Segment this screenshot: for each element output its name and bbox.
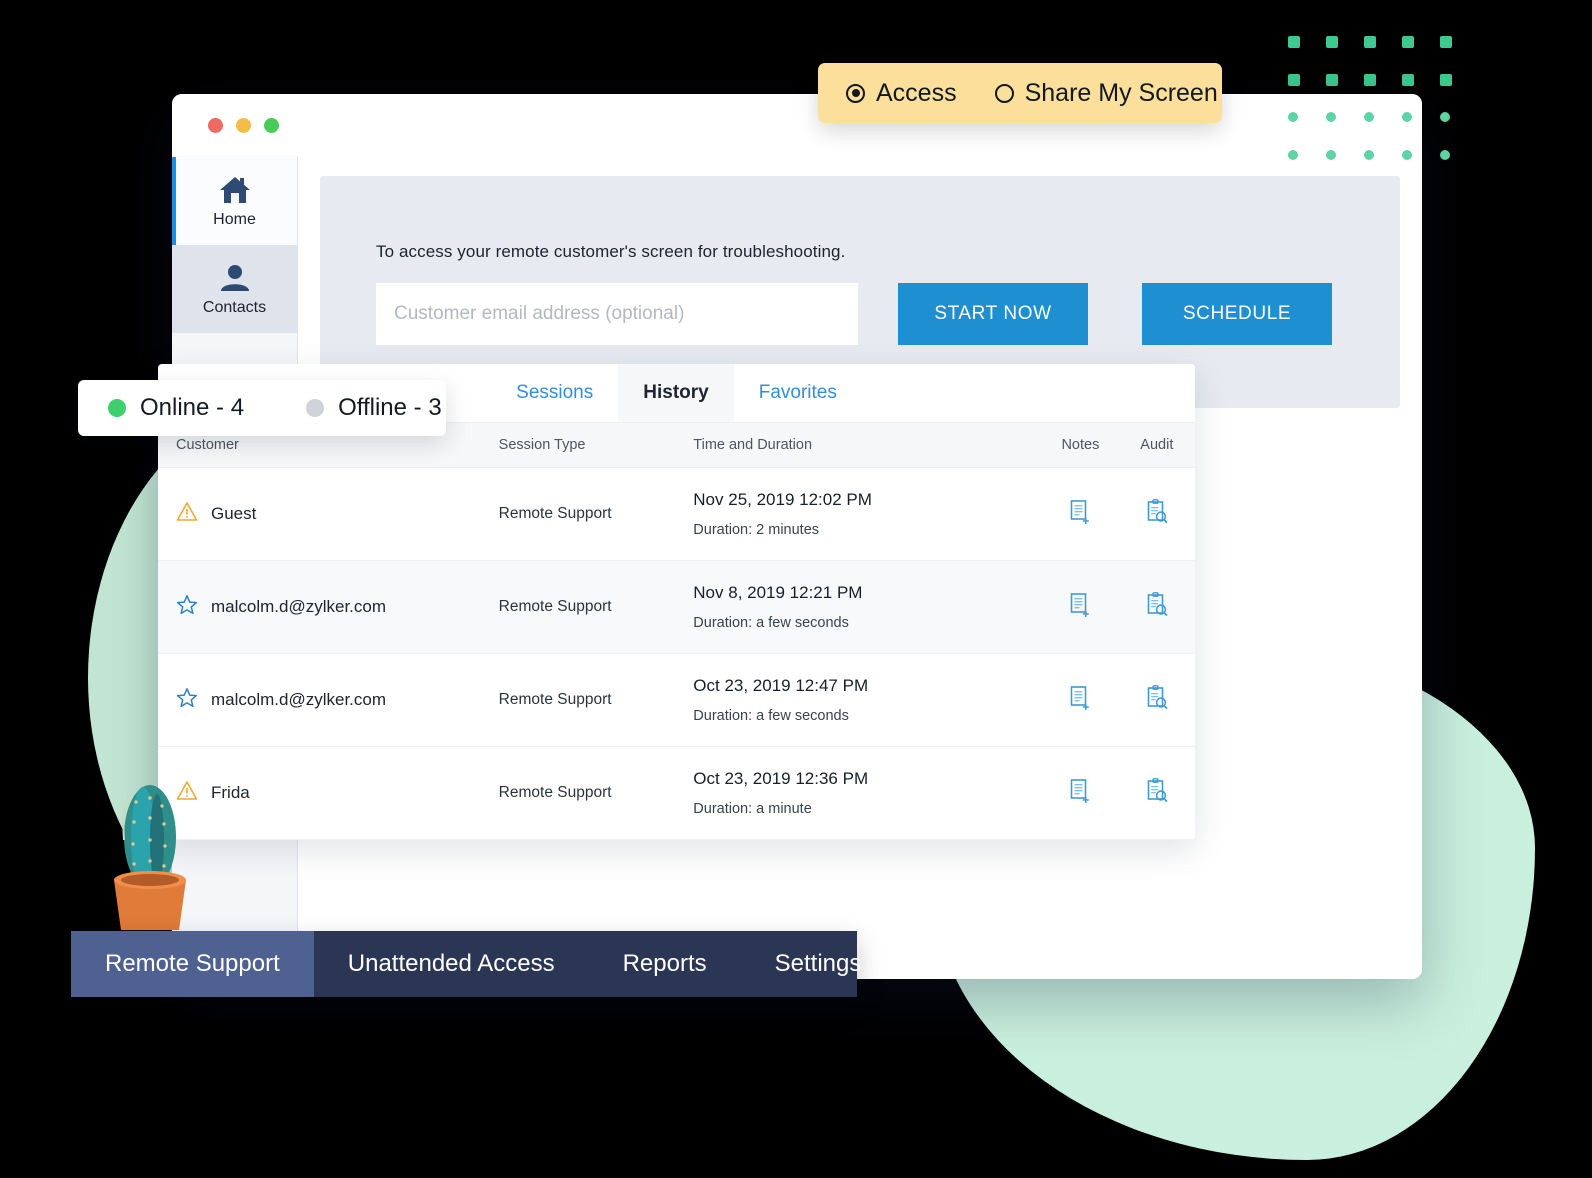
note-add-icon[interactable]	[1068, 685, 1092, 711]
nav-item-reports[interactable]: Reports	[589, 931, 741, 997]
star-outline-icon[interactable]	[176, 687, 198, 714]
offline-status: Offline - 3	[306, 394, 442, 422]
audit-search-icon[interactable]	[1145, 684, 1169, 711]
window-titlebar	[172, 94, 1422, 156]
tab-favorites[interactable]: Favorites	[734, 364, 862, 422]
session-duration: Duration: a few seconds	[693, 615, 849, 631]
radio-option-share-my-screen[interactable]: Share My Screen	[994, 78, 1218, 108]
session-duration: Duration: a few seconds	[693, 708, 849, 724]
cell-time: Nov 8, 2019 12:21 PM Duration: a few sec…	[693, 561, 1042, 654]
table-body: Guest Remote Support Nov 25, 2019 12:02 …	[158, 468, 1195, 840]
cell-session-type: Remote Support	[498, 691, 612, 708]
radio-label: Access	[876, 78, 957, 107]
session-time: Oct 23, 2019 12:36 PM	[693, 769, 869, 788]
nav-item-remote-support[interactable]: Remote Support	[71, 931, 314, 997]
sidebar-item-home[interactable]: Home	[172, 157, 297, 245]
table-row[interactable]: Guest Remote Support Nov 25, 2019 12:02 …	[158, 468, 1195, 561]
note-add-icon[interactable]	[1068, 778, 1092, 804]
cell-audit	[1119, 747, 1195, 840]
schedule-button[interactable]: SCHEDULE	[1142, 283, 1332, 345]
cell-customer: malcolm.d@zylker.com	[158, 654, 499, 747]
session-time: Nov 8, 2019 12:21 PM	[693, 583, 863, 602]
sidebar-item-label: Contacts	[202, 298, 267, 316]
table-row[interactable]: malcolm.d@zylker.com Remote Support Nov …	[158, 560, 1195, 654]
nav-item-settings[interactable]: Settings	[741, 931, 896, 997]
customer-name: malcolm.d@zylker.com	[211, 690, 387, 709]
radio-unselected-icon	[994, 83, 1014, 103]
customer-name: Frida	[211, 783, 250, 802]
star-outline-icon[interactable]	[176, 594, 198, 621]
offline-dot-icon	[306, 399, 325, 417]
cell-notes	[1042, 654, 1119, 747]
cactus-decoration	[114, 785, 186, 930]
cell-session-type: Remote Support	[498, 784, 612, 801]
tab-history[interactable]: History	[618, 364, 734, 422]
person-icon	[219, 263, 251, 293]
close-window-dot[interactable]	[208, 117, 223, 133]
cell-customer: Frida	[158, 747, 499, 840]
home-icon	[218, 175, 252, 205]
dot-grid-overlay	[1288, 112, 1478, 188]
sidebar-item-contacts[interactable]: Contacts	[172, 245, 297, 333]
session-time: Nov 25, 2019 12:02 PM	[693, 490, 872, 509]
audit-search-icon[interactable]	[1145, 591, 1169, 618]
nav-item-unattended-access[interactable]: Unattended Access	[314, 931, 589, 997]
minimize-window-dot[interactable]	[236, 117, 251, 133]
column-header-notes: Notes	[1042, 423, 1119, 468]
note-add-icon[interactable]	[1068, 592, 1092, 618]
access-mode-toggle: Access Share My Screen	[818, 63, 1222, 123]
cell-session-type: Remote Support	[498, 505, 612, 522]
access-description: To access your remote customer's screen …	[376, 242, 846, 261]
start-now-button[interactable]: START NOW	[898, 283, 1088, 345]
cell-session-type: Remote Support	[498, 598, 612, 615]
session-duration: Duration: 2 minutes	[693, 522, 820, 538]
radio-label: Share My Screen	[1024, 78, 1218, 107]
radio-option-access[interactable]: Access	[846, 79, 957, 108]
audit-search-icon[interactable]	[1145, 498, 1169, 525]
online-label: Online - 4	[140, 394, 245, 421]
column-header-audit: Audit	[1118, 423, 1195, 468]
online-status: Online - 4	[108, 394, 244, 422]
online-dot-icon	[108, 399, 126, 417]
cell-audit	[1119, 468, 1195, 561]
cell-audit	[1119, 561, 1195, 654]
customer-email-input[interactable]	[376, 283, 858, 345]
presence-status-pill: Online - 4 Offline - 3	[78, 380, 446, 436]
cell-audit	[1119, 654, 1195, 747]
screenshot-stage: Home Contacts To access your remote cust…	[0, 0, 1592, 1178]
warning-triangle-icon	[176, 501, 198, 528]
customer-name: malcolm.d@zylker.com	[211, 597, 387, 616]
access-action-row: START NOW SCHEDULE	[376, 283, 1400, 345]
cell-time: Oct 23, 2019 12:36 PM Duration: a minute	[693, 747, 1042, 840]
history-table: Customer Session Type Time and Duration …	[158, 423, 1195, 840]
sidebar-item-label: Home	[213, 210, 256, 228]
cell-time: Nov 25, 2019 12:02 PM Duration: 2 minute…	[693, 468, 1042, 561]
table-row[interactable]: Frida Remote Support Oct 23, 2019 12:36 …	[158, 747, 1195, 840]
cell-customer: malcolm.d@zylker.com	[158, 561, 499, 654]
column-header-session-type: Session Type	[498, 423, 694, 468]
cell-notes	[1042, 468, 1119, 561]
note-add-icon[interactable]	[1068, 499, 1092, 525]
cell-time: Oct 23, 2019 12:47 PM Duration: a few se…	[693, 654, 1042, 747]
session-duration: Duration: a minute	[693, 801, 812, 817]
column-header-time: Time and Duration	[693, 423, 1043, 468]
offline-label: Offline - 3	[338, 394, 442, 421]
cell-notes	[1042, 561, 1119, 654]
session-time: Oct 23, 2019 12:47 PM	[693, 676, 869, 695]
table-row[interactable]: malcolm.d@zylker.com Remote Support Oct …	[158, 654, 1195, 747]
maximize-window-dot[interactable]	[264, 117, 279, 133]
cell-notes	[1042, 747, 1119, 840]
bottom-navigation: Remote Support Unattended Access Reports…	[71, 931, 861, 997]
customer-name: Guest	[211, 504, 257, 523]
cell-customer: Guest	[158, 468, 499, 561]
radio-selected-icon	[846, 83, 865, 103]
audit-search-icon[interactable]	[1145, 777, 1169, 804]
tab-sessions[interactable]: Sessions	[491, 364, 618, 422]
